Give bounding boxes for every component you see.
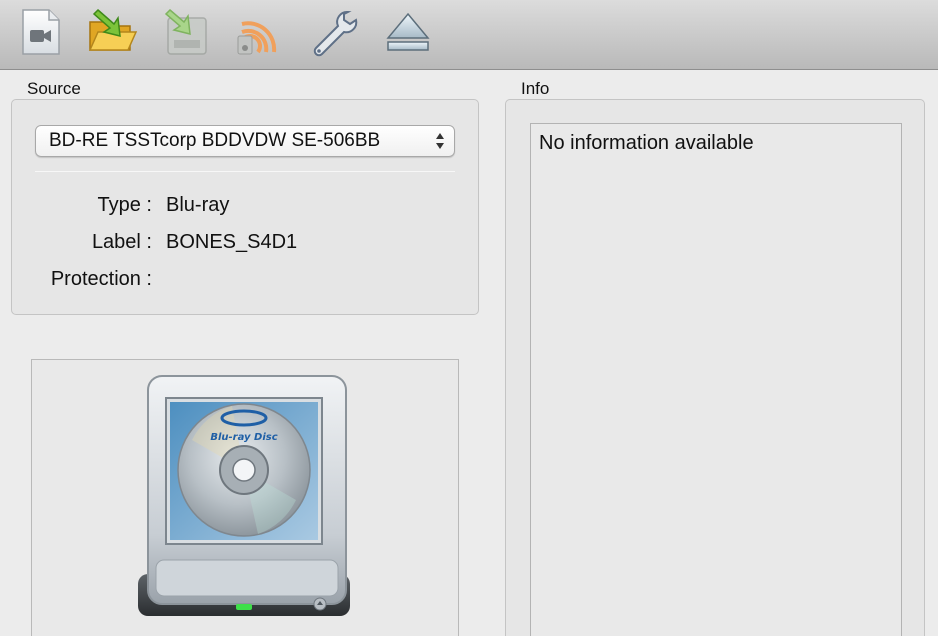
import-button <box>158 6 214 58</box>
activity-led <box>236 604 252 610</box>
type-value: Blu-ray <box>166 194 230 216</box>
settings-button[interactable] <box>306 6 362 58</box>
info-text-area[interactable]: No information available <box>530 123 902 636</box>
stream-button <box>230 6 286 58</box>
open-source-button[interactable] <box>84 6 140 58</box>
drive-select[interactable]: BD-RE TSSTcorp BDDVDW SE-506BB <box>35 125 455 157</box>
video-icon <box>22 9 60 55</box>
label-value: BONES_S4D1 <box>166 231 298 253</box>
protection-label: Protection : <box>50 268 152 290</box>
source-group-title: Source <box>27 79 81 98</box>
label-label: Label : <box>91 231 152 253</box>
stream-icon <box>237 21 277 55</box>
eject-button[interactable] <box>380 6 436 58</box>
info-group-title: Info <box>521 79 550 98</box>
toolbar <box>0 0 938 70</box>
import-disk-icon <box>164 8 207 55</box>
source-panel: BD-RE TSSTcorp BDDVDW SE-506BB Type : Bl… <box>11 99 479 315</box>
bluray-drive-icon: Blu-ray Disc <box>138 375 350 616</box>
drive-image-panel: Blu-ray Disc <box>31 359 459 636</box>
wrench-icon <box>313 10 358 57</box>
drive-select-value: BD-RE TSSTcorp BDDVDW SE-506BB <box>49 130 381 151</box>
info-text: No information available <box>539 132 754 154</box>
select-arrows-icon <box>436 133 444 149</box>
video-button[interactable] <box>12 6 68 58</box>
bluray-logo-text: Blu-ray Disc <box>210 432 277 443</box>
type-label: Type : <box>97 194 152 216</box>
source-separator <box>35 171 455 172</box>
eject-icon <box>386 12 430 51</box>
open-folder-icon <box>88 8 138 51</box>
info-panel: No information available <box>505 99 925 636</box>
